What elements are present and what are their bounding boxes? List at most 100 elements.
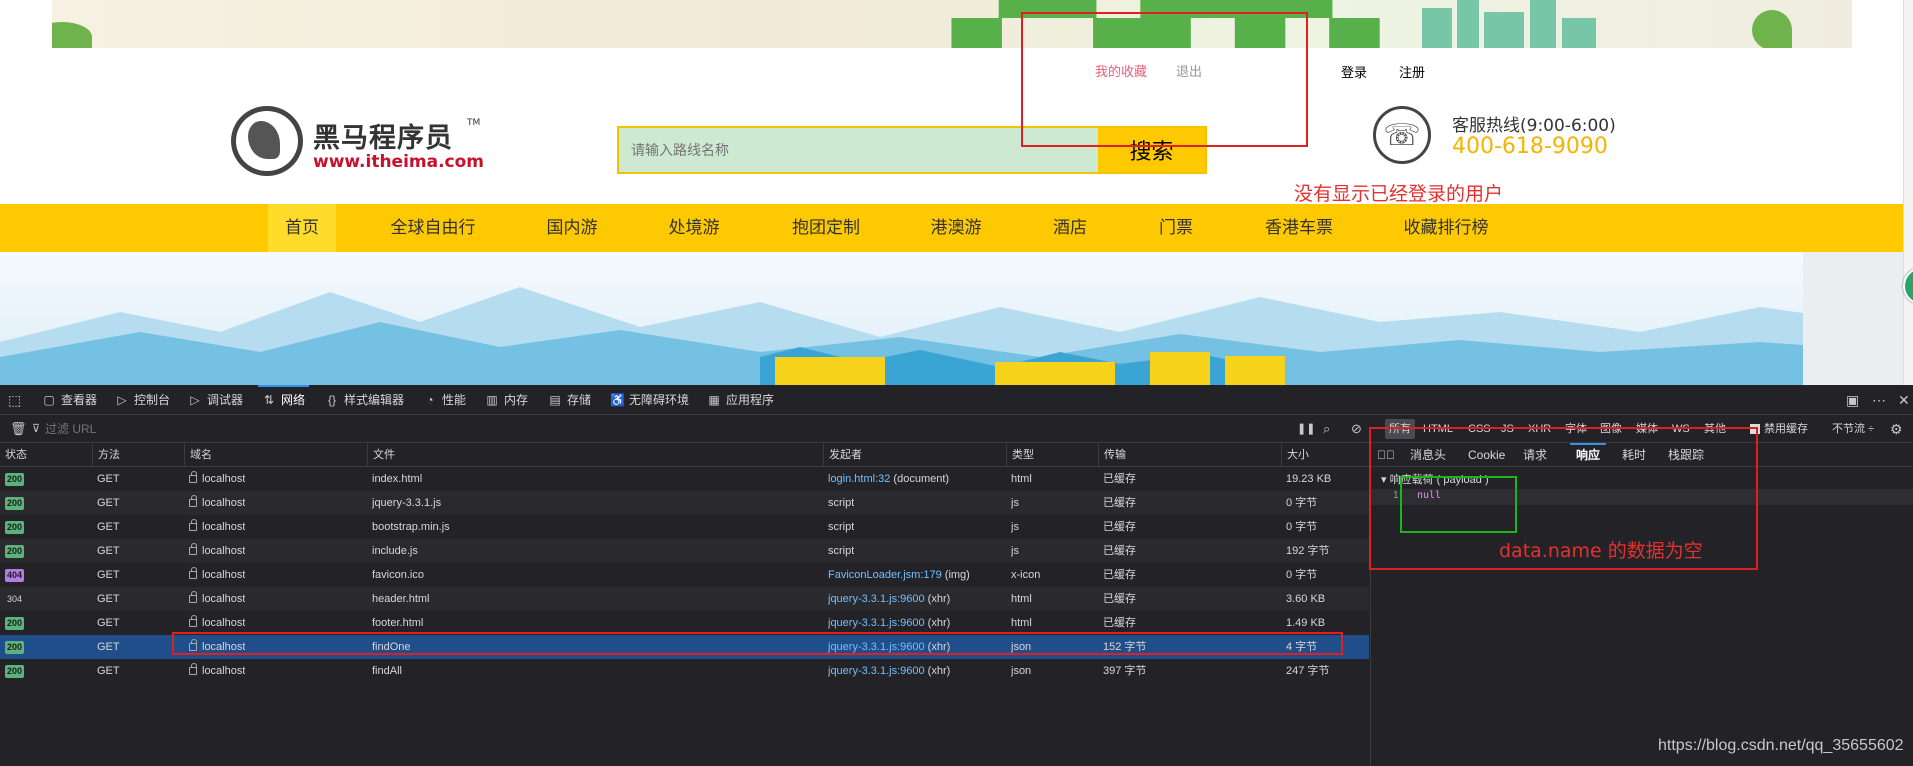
- status-cell: 200: [5, 539, 25, 563]
- nav-item-hk-macau[interactable]: 港澳游: [916, 204, 996, 252]
- file-cell: index.html: [372, 473, 423, 485]
- close-icon[interactable]: ✕: [1898, 385, 1910, 415]
- initiator-type: script: [828, 497, 855, 509]
- filter-url-input[interactable]: [45, 420, 345, 438]
- status-cell: 200: [5, 659, 25, 683]
- initiator-link[interactable]: jquery-3.3.1.js:9600: [828, 593, 925, 605]
- settings-gear-icon[interactable]: ⚙: [1890, 415, 1903, 443]
- register-link[interactable]: 注册: [1399, 62, 1425, 81]
- status-badge: 200: [5, 641, 25, 654]
- performance-icon: ◔: [426, 393, 434, 407]
- tab-network[interactable]: ⇅ 网络: [257, 385, 310, 415]
- block-icon[interactable]: ⊘: [1351, 415, 1362, 443]
- status-cell: 200: [5, 491, 25, 515]
- nav-item-outbound[interactable]: 处境游: [654, 204, 734, 252]
- size-cell: 0 字节: [1286, 569, 1318, 581]
- type-cell: js: [1011, 545, 1019, 557]
- type-cell: js: [1011, 497, 1019, 509]
- col-type[interactable]: 类型: [1006, 443, 1098, 467]
- method-cell: GET: [97, 473, 120, 485]
- domain-text: localhost: [202, 545, 246, 557]
- transfer-cell: 已缓存: [1103, 593, 1136, 605]
- transfer-cell: 已缓存: [1103, 497, 1136, 509]
- tab-console[interactable]: ▷ 控制台: [115, 385, 170, 415]
- col-domain[interactable]: 域名: [184, 443, 367, 467]
- tab-performance[interactable]: ◔ 性能: [423, 385, 466, 415]
- initiator-link[interactable]: jquery-3.3.1.js:9600: [828, 617, 925, 629]
- filter-icon: ⊽: [32, 423, 41, 435]
- trash-icon[interactable]: 🗑: [10, 415, 27, 443]
- more-options-icon[interactable]: ⋯: [1872, 385, 1886, 415]
- col-method[interactable]: 方法: [92, 443, 184, 467]
- domain-text: localhost: [202, 569, 246, 581]
- search-icon[interactable]: ⌕: [1323, 415, 1330, 443]
- status-badge: 200: [5, 521, 25, 534]
- disable-cache-label: 禁用缓存: [1764, 423, 1808, 435]
- domain-cell: localhost: [189, 659, 245, 683]
- annotation-red-box: [1021, 12, 1308, 147]
- disable-cache-checkbox[interactable]: 禁用缓存: [1750, 415, 1808, 443]
- tab-debugger[interactable]: ▷ 调试器: [188, 385, 243, 415]
- col-transfer[interactable]: 传输: [1098, 443, 1281, 467]
- tab-label: 应用程序: [726, 393, 775, 407]
- tab-style-editor[interactable]: {} 样式编辑器: [325, 385, 404, 415]
- dock-icon[interactable]: ▣: [1846, 385, 1859, 415]
- tab-label: 查看器: [61, 393, 98, 407]
- nav-item-custom[interactable]: 抱团定制: [776, 204, 876, 252]
- nav-item-hk-bus[interactable]: 香港车票: [1254, 204, 1344, 252]
- tab-storage[interactable]: ▤ 存储: [548, 385, 591, 415]
- table-row[interactable]: 200 GET localhost jquery-3.3.1.js script js 已缓…: [0, 491, 1369, 515]
- network-icon: ⇅: [263, 393, 275, 407]
- horse-logo-icon: [231, 106, 303, 176]
- element-picker-icon[interactable]: ⬚: [8, 385, 21, 415]
- method-cell: GET: [97, 641, 120, 653]
- table-row[interactable]: 304 GET localhost header.html jquery-3.3.1.j…: [0, 587, 1369, 611]
- initiator-link[interactable]: jquery-3.3.1.js:9600: [828, 665, 925, 677]
- tab-inspector[interactable]: ▢ 查看器: [42, 385, 97, 415]
- method-cell: GET: [97, 617, 120, 629]
- tab-application[interactable]: ▦ 应用程序: [707, 385, 774, 415]
- col-initiator[interactable]: 发起者: [823, 443, 1006, 467]
- size-cell: 0 字节: [1286, 521, 1318, 533]
- pause-icon[interactable]: ❚❚: [1297, 415, 1315, 443]
- file-cell: bootstrap.min.js: [372, 521, 450, 533]
- nav-item-domestic[interactable]: 国内游: [532, 204, 612, 252]
- annotation-data-name-empty: data.name 的数据为空: [1499, 540, 1703, 562]
- file-cell: include.js: [372, 545, 418, 557]
- col-size[interactable]: 大小: [1281, 443, 1369, 467]
- table-row[interactable]: 404 GET localhost favicon.ico FaviconLoader.…: [0, 563, 1369, 587]
- devtools-toolbar: ⬚ ▢ 查看器 ▷ 控制台 ▷ 调试器 ⇅ 网络 {} 样式编辑器 ◔ 性能 ▥ 内存 ▤ 存储…: [0, 385, 1913, 415]
- nav-item-global[interactable]: 全球自由行: [378, 204, 488, 252]
- domain-text: localhost: [202, 497, 246, 509]
- page-scrollbar[interactable]: [1903, 0, 1913, 385]
- login-link[interactable]: 登录: [1341, 62, 1367, 81]
- tab-label: 网络: [281, 393, 306, 407]
- type-cell: html: [1011, 593, 1032, 605]
- tab-accessibility[interactable]: ♿ 无障碍环境: [610, 385, 689, 415]
- initiator-link[interactable]: FaviconLoader.jsm:179: [828, 569, 942, 581]
- throttle-select[interactable]: 不节流 ÷: [1832, 415, 1874, 443]
- memory-icon: ▥: [486, 393, 498, 407]
- table-row[interactable]: 200 GET localhost findAll jquery-3.3.1.js:96…: [0, 659, 1369, 683]
- status-badge: 200: [5, 617, 25, 630]
- col-file[interactable]: 文件: [367, 443, 823, 467]
- table-row[interactable]: 200 GET localhost index.html login.html:32 (…: [0, 467, 1369, 491]
- nav-item-ranking[interactable]: 收藏排行榜: [1396, 204, 1496, 252]
- domain-cell: localhost: [189, 563, 245, 587]
- nav-item-hotel[interactable]: 酒店: [1040, 204, 1100, 252]
- nav-item-tickets[interactable]: 门票: [1146, 204, 1206, 252]
- nav-item-home[interactable]: 首页: [268, 204, 336, 252]
- transfer-cell: 已缓存: [1103, 569, 1136, 581]
- web-page: ▄▀▀▄█▀█▀▄ 我的收藏 退出 登录 注册 黑马程序员 TM www.ith…: [0, 0, 1913, 385]
- tab-memory[interactable]: ▥ 内存: [485, 385, 528, 415]
- initiator-link[interactable]: login.html:32: [828, 473, 890, 485]
- initiator-type: (xhr): [924, 665, 951, 677]
- table-row[interactable]: 200 GET localhost include.js script js 已缓存 192 …: [0, 539, 1369, 563]
- size-cell: 192 字节: [1286, 545, 1330, 557]
- col-status[interactable]: 状态: [0, 443, 92, 467]
- domain-cell: localhost: [189, 515, 245, 539]
- logo[interactable]: 黑马程序员 TM www.itheima.com: [231, 106, 491, 176]
- type-cell: x-icon: [1011, 569, 1041, 581]
- initiator-cell: script: [828, 539, 854, 563]
- table-row[interactable]: 200 GET localhost bootstrap.min.js script js 已…: [0, 515, 1369, 539]
